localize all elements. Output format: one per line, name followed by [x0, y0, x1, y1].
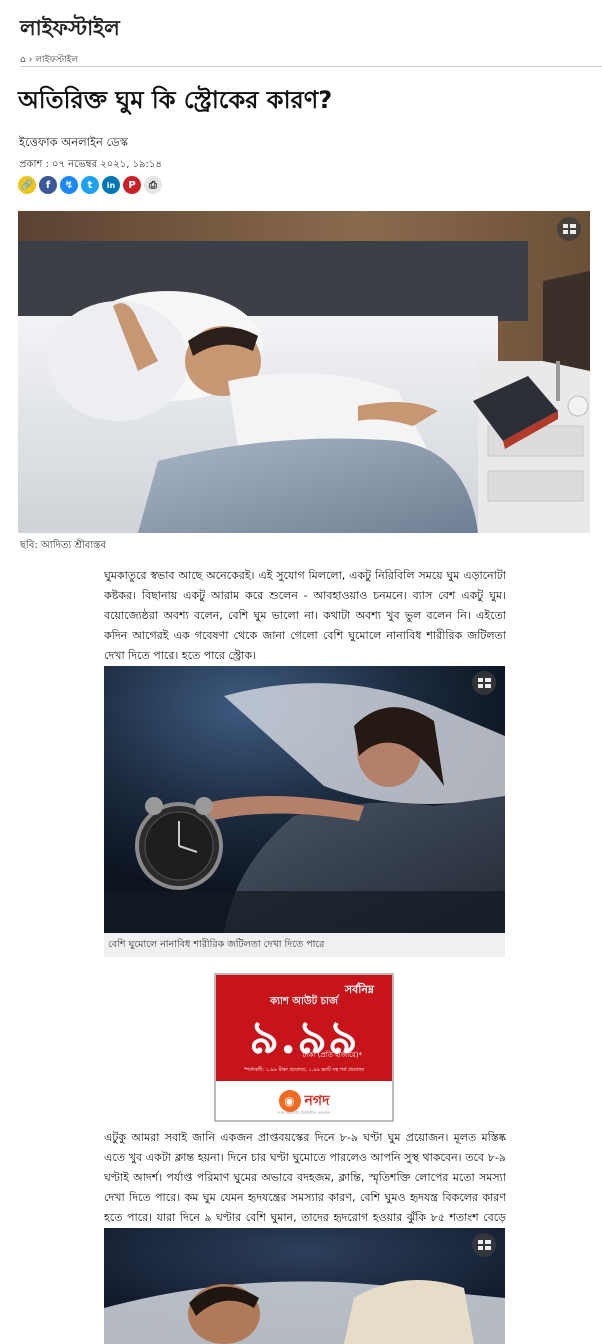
hero-caption: ছবি: আদিত্য শ্রীবাস্তব: [20, 540, 107, 551]
breadcrumb-current[interactable]: লাইফস্টাইল: [35, 52, 78, 67]
ad-line-3: টাকা (প্রতি হাজারে)*: [302, 1051, 362, 1059]
inline-image[interactable]: [104, 666, 505, 933]
inline-image-caption: বেশি ঘুমোলে নানাবিধ শারীরিক জটিলতা দেখা …: [104, 933, 505, 957]
ad-brand-name: নগদ: [304, 1092, 330, 1109]
hero-photo-sleeping-man: [18, 211, 590, 533]
publish-date: প্রকাশ : ০৭ নভেম্বর ২০২১, ১৯:১৪: [19, 159, 162, 170]
gallery-icon[interactable]: [557, 217, 581, 241]
home-icon[interactable]: ⌂: [20, 55, 26, 65]
gallery-icon[interactable]: [472, 1233, 496, 1257]
breadcrumb-divider: [20, 66, 602, 67]
pinterest-icon[interactable]: P: [123, 176, 141, 194]
nagad-logo-icon: ◉: [278, 1089, 301, 1112]
linkedin-icon[interactable]: in: [102, 176, 120, 194]
ad-brand-sub: ডাক বিভাগের ডিজিটাল লেনদেন: [277, 1110, 331, 1115]
ad-offer-panel: সর্বনিম্ন ক্যাশ আউট চার্জ ৯.৯৯ টাকা (প্র…: [216, 975, 392, 1081]
share-bar: 🔗 f ↯ t in P ⎙: [18, 176, 162, 194]
article-author: ইত্তেফাক অনলাইন ডেস্ক: [19, 135, 128, 149]
ad-fine-print: *শর্তাবলী: ১.৯৯ টাকা প্রযোজ্য, ১.৯৯ ভ্যা…: [243, 1067, 365, 1073]
messenger-icon[interactable]: ↯: [60, 176, 78, 194]
breadcrumb: ⌂ › লাইফস্টাইল: [20, 52, 78, 67]
advertisement-banner[interactable]: সর্বনিম্ন ক্যাশ আউট চার্জ ৯.৯৯ টাকা (প্র…: [214, 973, 394, 1122]
inline-photo-alarm-clock: [104, 666, 505, 933]
ad-brand-panel: ◉ নগদ ডাক বিভাগের ডিজিটাল লেনদেন: [216, 1081, 392, 1120]
bottom-photo-sleeping-man: [104, 1228, 505, 1344]
hero-image[interactable]: [18, 211, 590, 533]
twitter-icon[interactable]: t: [81, 176, 99, 194]
section-title[interactable]: লাইফস্টাইল: [20, 12, 120, 47]
breadcrumb-separator: ›: [28, 54, 33, 65]
facebook-icon[interactable]: f: [39, 176, 57, 194]
article-paragraph: ঘুমকাতুরে স্বভাব আছে অনেকেরই। এই সুযোগ ম…: [104, 569, 506, 662]
bottom-image[interactable]: [104, 1228, 505, 1344]
gallery-icon[interactable]: [472, 671, 496, 695]
print-icon[interactable]: ⎙: [144, 176, 162, 194]
copy-link-icon[interactable]: 🔗: [18, 176, 36, 194]
article-headline: অতিরিক্ত ঘুম কি স্ট্রোকের কারণ?: [18, 86, 333, 114]
